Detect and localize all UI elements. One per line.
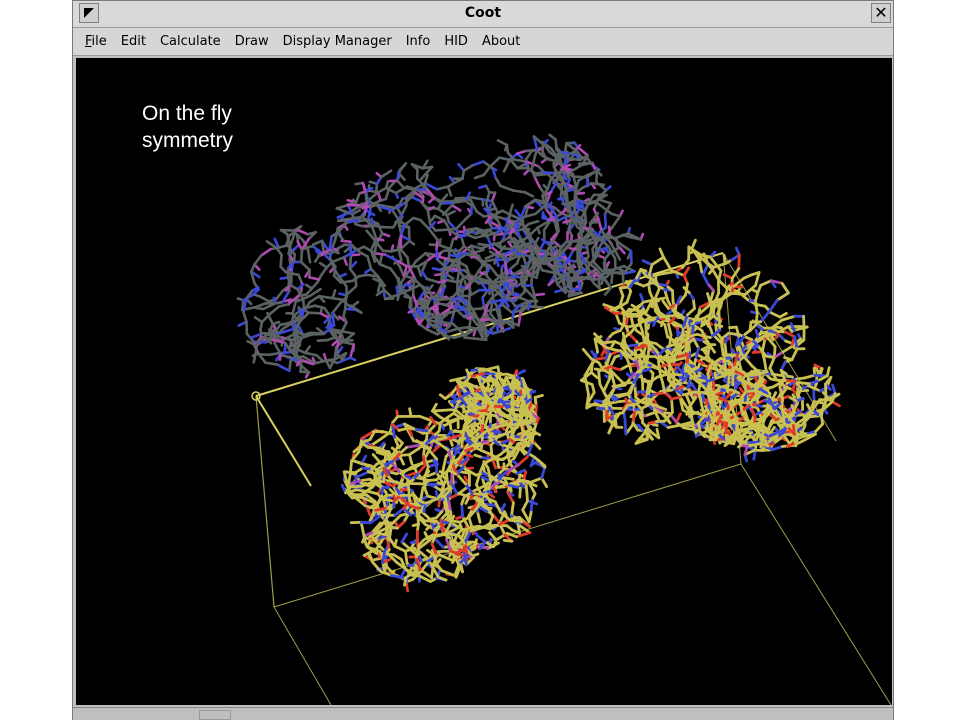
status-bar — [73, 707, 893, 720]
menu-info[interactable]: Info — [400, 34, 439, 49]
menu-draw[interactable]: Draw — [229, 34, 277, 49]
symmetry-molecule-lower — [340, 365, 549, 593]
molecular-graphics-canvas[interactable]: On the fly symmetry — [76, 58, 892, 705]
menu-bar: File Edit Calculate Draw Display Manager Info… — [73, 28, 893, 56]
menu-file[interactable]: File — [79, 34, 115, 49]
status-segment — [199, 710, 231, 720]
unit-cell-edge — [255, 395, 275, 608]
menu-edit[interactable]: Edit — [115, 34, 154, 49]
original-molecule — [236, 133, 645, 379]
annotation-line-1: On the fly — [142, 102, 232, 125]
menu-hid[interactable]: HID — [438, 34, 476, 49]
menu-about[interactable]: About — [476, 34, 528, 49]
annotation-line-2: symmetry — [142, 129, 233, 152]
structure-view — [236, 133, 892, 705]
coot-window: Coot ✕ File Edit Calculate Draw Display Mana… — [72, 0, 894, 720]
menu-calculate[interactable]: Calculate — [154, 34, 229, 49]
annotation-text: On the fly symmetry — [142, 100, 302, 154]
unit-cell-edge — [273, 606, 332, 705]
menu-display-manager[interactable]: Display Manager — [277, 34, 400, 49]
title-bar[interactable]: Coot ✕ — [73, 1, 893, 28]
unit-cell-edge — [255, 395, 312, 487]
window-title: Coot — [464, 5, 502, 21]
close-button[interactable]: ✕ — [871, 3, 891, 23]
unit-cell-edge — [740, 463, 892, 705]
close-icon: ✕ — [874, 3, 888, 22]
unit-cell — [251, 252, 892, 705]
